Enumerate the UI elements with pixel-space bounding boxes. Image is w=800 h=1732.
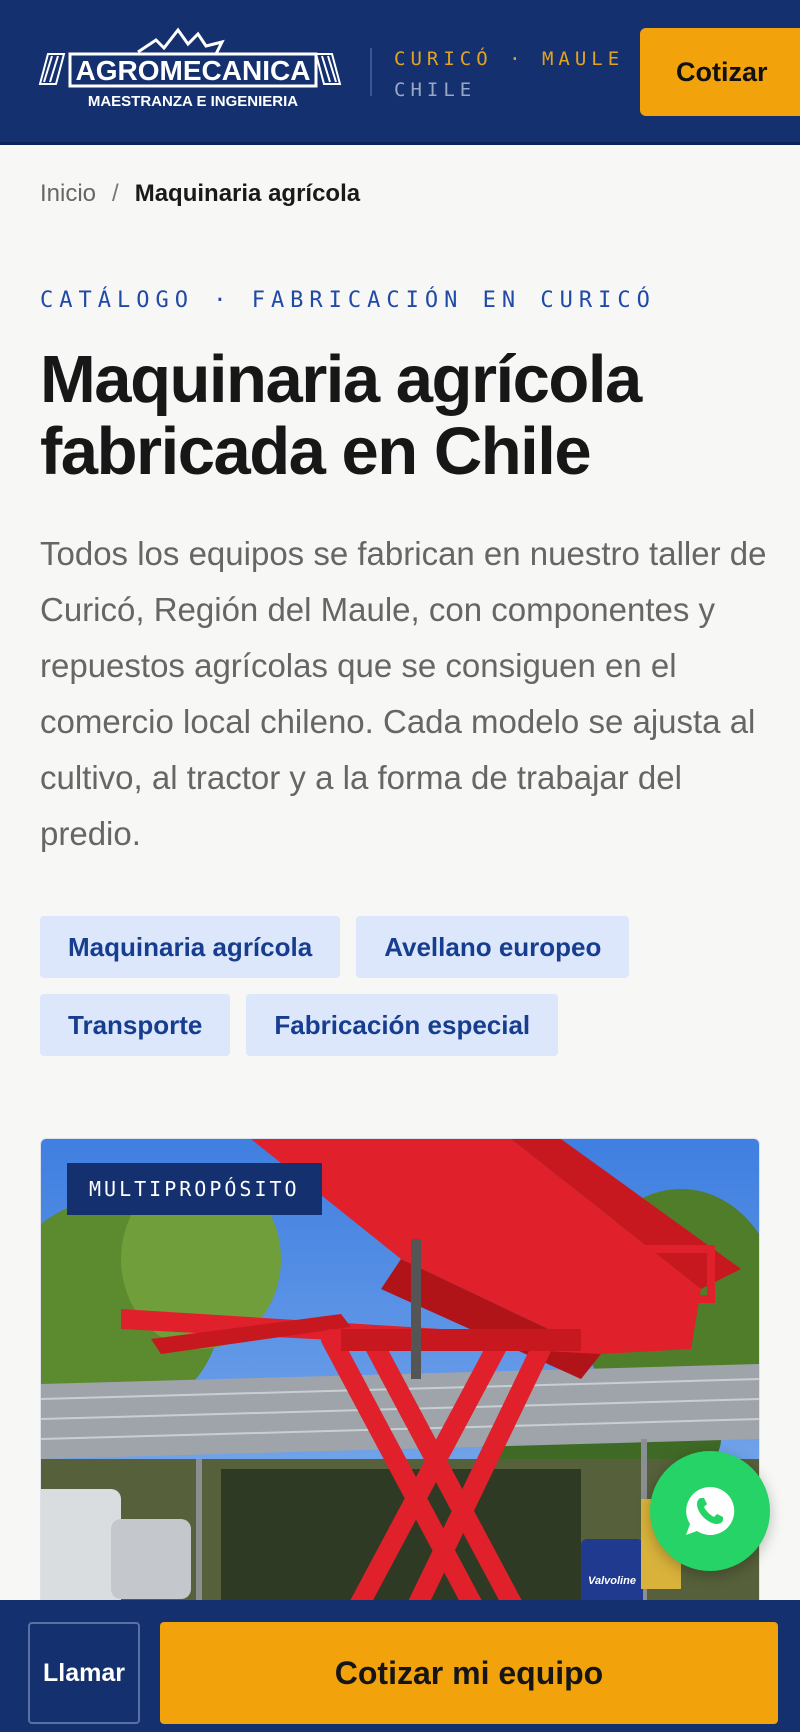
- breadcrumb: Inicio / Maquinaria agrícola: [40, 180, 360, 208]
- filter-chip-transporte[interactable]: Transporte: [40, 994, 231, 1056]
- category-filters: Maquinaria agrícola Avellano europeo Tra…: [40, 916, 760, 1056]
- logo-tagline: MAESTRANZA E INGENIERIA: [88, 93, 298, 110]
- product-photo: Valvoline: [41, 1139, 759, 1657]
- agromecanica-logo[interactable]: AGROMECANICA MAESTRANZA E INGENIERIA: [38, 26, 350, 122]
- whatsapp-button[interactable]: [650, 1451, 770, 1571]
- header-divider: [370, 48, 372, 96]
- breadcrumb-current: Maquinaria agrícola: [134, 180, 361, 207]
- logo-wordmark: AGROMECANICA: [76, 55, 311, 86]
- product-card[interactable]: Valvoline MULTIPROPÓSITO: [40, 1138, 760, 1658]
- drum-brand: Valvoline: [588, 1575, 636, 1587]
- page-title: Maquinaria agrícola fabricada en Chile: [40, 342, 642, 489]
- catalog-eyebrow: CATÁLOGO · FABRICACIÓN EN CURICÓ: [40, 288, 656, 313]
- breadcrumb-separator: /: [112, 180, 119, 207]
- location-region: CURICÓ · MAULE: [394, 48, 625, 70]
- page-intro: Todos los equipos se fabrican en nuestro…: [40, 535, 767, 852]
- cotizar-header-button[interactable]: Cotizar: [640, 28, 800, 116]
- call-button[interactable]: Llamar: [28, 1622, 140, 1724]
- filter-chip-maquinaria[interactable]: Maquinaria agrícola: [40, 916, 341, 978]
- header-location: CURICÓ · MAULE CHILE: [394, 44, 624, 106]
- filter-chip-avellano[interactable]: Avellano europeo: [356, 916, 630, 978]
- location-country: CHILE: [394, 79, 477, 101]
- breadcrumb-home-link[interactable]: Inicio: [40, 180, 96, 208]
- bottom-action-bar: Llamar Cotizar mi equipo: [0, 1600, 800, 1732]
- filter-chip-especial[interactable]: Fabricación especial: [246, 994, 559, 1056]
- whatsapp-icon: [686, 1486, 735, 1535]
- quote-equipment-button[interactable]: Cotizar mi equipo: [160, 1622, 778, 1724]
- site-header: AGROMECANICA MAESTRANZA E INGENIERIA CUR…: [0, 0, 800, 145]
- category-badge: MULTIPROPÓSITO: [67, 1163, 322, 1215]
